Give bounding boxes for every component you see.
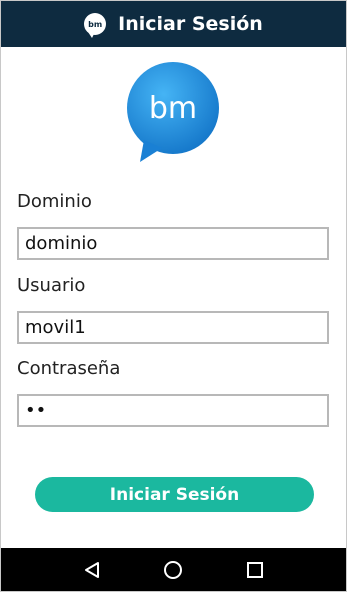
back-triangle-icon[interactable] [77, 555, 107, 585]
bm-logo: bm [127, 62, 219, 162]
app-window: bm Iniciar Sesión bm Dominio Usuario Con… [0, 0, 347, 592]
domain-label: Dominio [17, 191, 92, 212]
bm-logo-text: bm [149, 91, 197, 126]
user-label: Usuario [17, 275, 86, 296]
recents-square-icon[interactable] [240, 555, 270, 585]
home-circle-icon[interactable] [158, 555, 188, 585]
bm-chat-icon: bm [84, 13, 107, 38]
user-input[interactable] [17, 311, 329, 344]
password-label: Contraseña [17, 358, 121, 379]
login-button[interactable]: Iniciar Sesión [35, 477, 314, 512]
password-input[interactable] [17, 394, 329, 427]
top-app-bar: bm Iniciar Sesión [1, 1, 346, 47]
android-nav-bar [1, 548, 346, 591]
screen-title: Iniciar Sesión [118, 13, 263, 35]
domain-input[interactable] [17, 227, 329, 260]
